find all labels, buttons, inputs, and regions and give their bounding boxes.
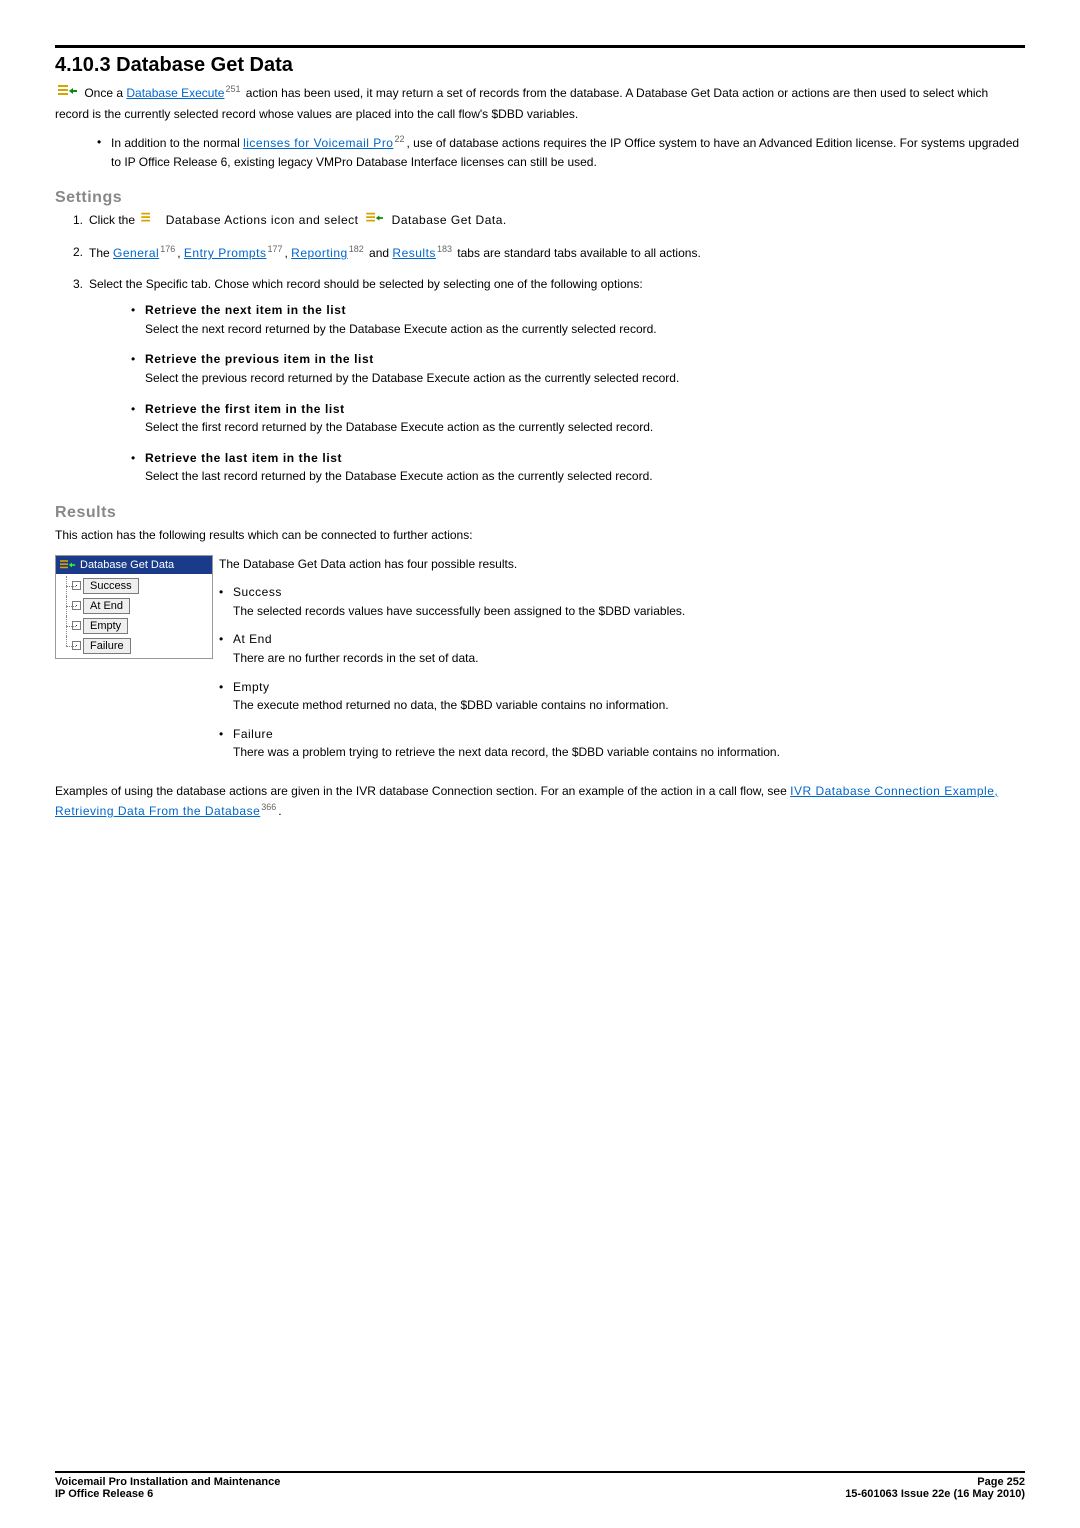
- tree-item: · Failure: [62, 636, 212, 656]
- step1-post: Database Get Data.: [392, 213, 507, 227]
- example-pre: Examples of using the database actions a…: [55, 784, 790, 798]
- page-title: 4.10.3 Database Get Data: [55, 54, 1025, 77]
- tree-item-label: At End: [83, 598, 130, 614]
- results-link[interactable]: Results: [392, 246, 436, 260]
- retrieve-options: Retrieve the next item in the list Selec…: [89, 301, 1025, 486]
- reporting-link[interactable]: Reporting: [291, 246, 348, 260]
- results-intro: This action has the following results wh…: [55, 526, 1025, 545]
- results-row: Database Get Data · Success · At End · E…: [55, 555, 1025, 772]
- res-atend-title: At End: [233, 632, 272, 646]
- opt-last: Retrieve the last item in the list Selec…: [131, 449, 1025, 486]
- opt2-title: Retrieve the previous item in the list: [145, 352, 374, 366]
- tree-body: · Success · At End · Empty · Failure: [56, 574, 212, 658]
- step3-text: Select the Specific tab. Chose which rec…: [89, 277, 643, 291]
- step2-sup-general: 176: [160, 244, 175, 254]
- res-atend-body: There are no further records in the set …: [233, 651, 478, 665]
- opt2-body: Select the previous record returned by t…: [145, 371, 679, 385]
- tree-item: · Success: [62, 576, 212, 596]
- results-text: The Database Get Data action has four po…: [213, 555, 1025, 772]
- opt3-title: Retrieve the first item in the list: [145, 402, 345, 416]
- license-sup: 22: [394, 134, 404, 144]
- opt-first: Retrieve the first item in the list Sele…: [131, 400, 1025, 437]
- res-empty-body: The execute method returned no data, the…: [233, 698, 669, 712]
- license-pre: In addition to the normal: [111, 136, 243, 150]
- footer-right2: 15-601063 Issue 22e (16 May 2010): [845, 1488, 1025, 1500]
- licenses-link[interactable]: licenses for Voicemail Pro: [243, 136, 393, 150]
- page-footer: Voicemail Pro Installation and Maintenan…: [55, 1471, 1025, 1500]
- opt1-title: Retrieve the next item in the list: [145, 303, 346, 317]
- res-failure-title: Failure: [233, 727, 273, 741]
- step-2: 2. The General176, Entry Prompts177, Rep…: [73, 243, 1025, 263]
- tree-header: Database Get Data: [56, 556, 212, 574]
- res-success-title: Success: [233, 585, 282, 599]
- result-empty: Empty The execute method returned no dat…: [219, 678, 1025, 715]
- entry-prompts-link[interactable]: Entry Prompts: [184, 246, 267, 260]
- step-1: 1. Click the Database Actions icon and s…: [73, 211, 1025, 231]
- footer-left1: Voicemail Pro Installation and Maintenan…: [55, 1476, 280, 1488]
- result-success: Success The selected records values have…: [219, 583, 1025, 620]
- opt-next: Retrieve the next item in the list Selec…: [131, 301, 1025, 338]
- step2-pre: The: [89, 246, 113, 260]
- opt4-body: Select the last record returned by the D…: [145, 469, 653, 483]
- res-failure-body: There was a problem trying to retrieve t…: [233, 745, 780, 759]
- step2-sup-reporting: 182: [349, 244, 364, 254]
- tree-item-label: Failure: [83, 638, 131, 654]
- step2-sup-entry: 177: [267, 244, 282, 254]
- tree-item: · At End: [62, 596, 212, 616]
- license-list: In addition to the normal licenses for V…: [55, 133, 1025, 171]
- opt4-title: Retrieve the last item in the list: [145, 451, 342, 465]
- opt-previous: Retrieve the previous item in the list S…: [131, 350, 1025, 387]
- db-getdata-icon-3: [60, 558, 76, 572]
- res-empty-title: Empty: [233, 680, 270, 694]
- general-link[interactable]: General: [113, 246, 159, 260]
- intro-pre: Once a: [84, 86, 126, 100]
- example-paragraph: Examples of using the database actions a…: [55, 782, 1025, 820]
- intro-sup1: 251: [225, 84, 240, 94]
- step1-pre: Click the: [89, 213, 138, 227]
- tree-item-label: Empty: [83, 618, 128, 634]
- step1-mid: Database Actions icon and select: [166, 213, 363, 227]
- tree-head-label: Database Get Data: [80, 559, 174, 571]
- opt3-body: Select the first record returned by the …: [145, 420, 653, 434]
- footer-right1: Page 252: [977, 1476, 1025, 1488]
- step-3: 3. Select the Specific tab. Chose which …: [73, 275, 1025, 486]
- opt1-body: Select the next record returned by the D…: [145, 322, 657, 336]
- footer-left2: IP Office Release 6: [55, 1488, 153, 1500]
- tree-item: · Empty: [62, 616, 212, 636]
- settings-heading: Settings: [55, 189, 1025, 207]
- res-success-body: The selected records values have success…: [233, 604, 685, 618]
- result-failure: Failure There was a problem trying to re…: [219, 725, 1025, 762]
- results-heading: Results: [55, 504, 1025, 522]
- results-tree-panel: Database Get Data · Success · At End · E…: [55, 555, 213, 659]
- db-getdata-icon-2: [365, 211, 385, 231]
- step2-sup-results: 183: [437, 244, 452, 254]
- settings-steps: 1. Click the Database Actions icon and s…: [55, 211, 1025, 486]
- db-actions-icon: [141, 211, 159, 231]
- example-sup: 366: [261, 802, 276, 812]
- db-getdata-icon: [58, 83, 78, 105]
- result-at-end: At End There are no further records in t…: [219, 630, 1025, 667]
- intro-paragraph: Once a Database Execute251 action has be…: [55, 83, 1025, 123]
- tree-item-label: Success: [83, 578, 139, 594]
- results-lead: The Database Get Data action has four po…: [219, 555, 1025, 574]
- example-post: .: [278, 804, 281, 818]
- license-bullet: In addition to the normal licenses for V…: [97, 133, 1025, 171]
- database-execute-link[interactable]: Database Execute: [126, 86, 224, 100]
- top-rule: [55, 45, 1025, 48]
- step2-post: tabs are standard tabs available to all …: [454, 246, 701, 260]
